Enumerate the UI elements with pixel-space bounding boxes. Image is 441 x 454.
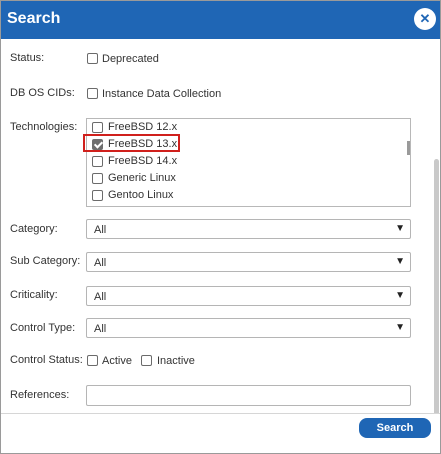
technology-checkbox[interactable] (92, 122, 103, 133)
sub-category-label: Sub Category: (10, 255, 81, 267)
technology-label: Gentoo Linux (108, 189, 174, 201)
dialog-title: Search (7, 10, 61, 27)
chevron-down-icon: ▼ (395, 322, 405, 333)
close-icon[interactable]: ✕ (414, 8, 436, 30)
category-select[interactable]: All ▼ (86, 219, 411, 239)
references-input[interactable] (86, 385, 411, 406)
technology-label: FreeBSD 12.x (108, 121, 178, 133)
technology-checkbox[interactable] (92, 156, 103, 167)
search-dialog: Search ✕ Status: Deprecated DB OS CIDs: … (0, 0, 441, 454)
inactive-label: Inactive (157, 355, 195, 367)
list-item[interactable]: Generic Linux (91, 171, 391, 187)
sub-category-value: All (94, 257, 107, 269)
technology-label: Generic Linux (108, 172, 176, 184)
technology-label: FreeBSD 14.x (108, 155, 178, 167)
deprecated-checkbox[interactable] (87, 53, 98, 64)
list-item[interactable]: Gentoo Linux (91, 188, 391, 204)
footer-divider (1, 413, 440, 414)
references-label: References: (10, 389, 70, 401)
chevron-down-icon: ▼ (395, 223, 405, 234)
instance-data-collection-label: Instance Data Collection (102, 88, 222, 100)
control-status-label: Control Status: (10, 354, 83, 366)
dialog-titlebar: Search ✕ (1, 1, 440, 39)
search-button[interactable]: Search (359, 418, 431, 438)
technologies-label: Technologies: (10, 121, 78, 133)
category-value: All (94, 224, 107, 236)
dialog-scrollbar[interactable] (434, 159, 439, 413)
category-label: Category: (10, 223, 58, 235)
technology-checkbox[interactable] (92, 173, 103, 184)
db-os-cids-label: DB OS CIDs: (10, 87, 75, 99)
chevron-down-icon: ▼ (395, 256, 405, 267)
chevron-down-icon: ▼ (395, 290, 405, 301)
control-type-value: All (94, 323, 107, 335)
sub-category-select[interactable]: All ▼ (86, 252, 411, 272)
technology-checkbox[interactable] (92, 190, 103, 201)
selection-highlight (83, 134, 180, 152)
inactive-checkbox[interactable] (141, 355, 152, 366)
technologies-listbox[interactable]: FreeBSD 12.x FreeBSD 13.x FreeBSD 14.x G… (86, 118, 411, 207)
status-label: Status: (10, 52, 45, 64)
criticality-value: All (94, 291, 107, 303)
criticality-select[interactable]: All ▼ (86, 286, 411, 306)
active-label: Active (102, 355, 132, 367)
instance-data-collection-checkbox[interactable] (87, 88, 98, 99)
active-checkbox[interactable] (87, 355, 98, 366)
control-type-select[interactable]: All ▼ (86, 318, 411, 338)
control-type-label: Control Type: (10, 322, 76, 334)
deprecated-label: Deprecated (102, 53, 159, 65)
listbox-scrollbar[interactable] (407, 141, 410, 155)
criticality-label: Criticality: (10, 289, 58, 301)
list-item[interactable]: FreeBSD 14.x (91, 154, 391, 170)
